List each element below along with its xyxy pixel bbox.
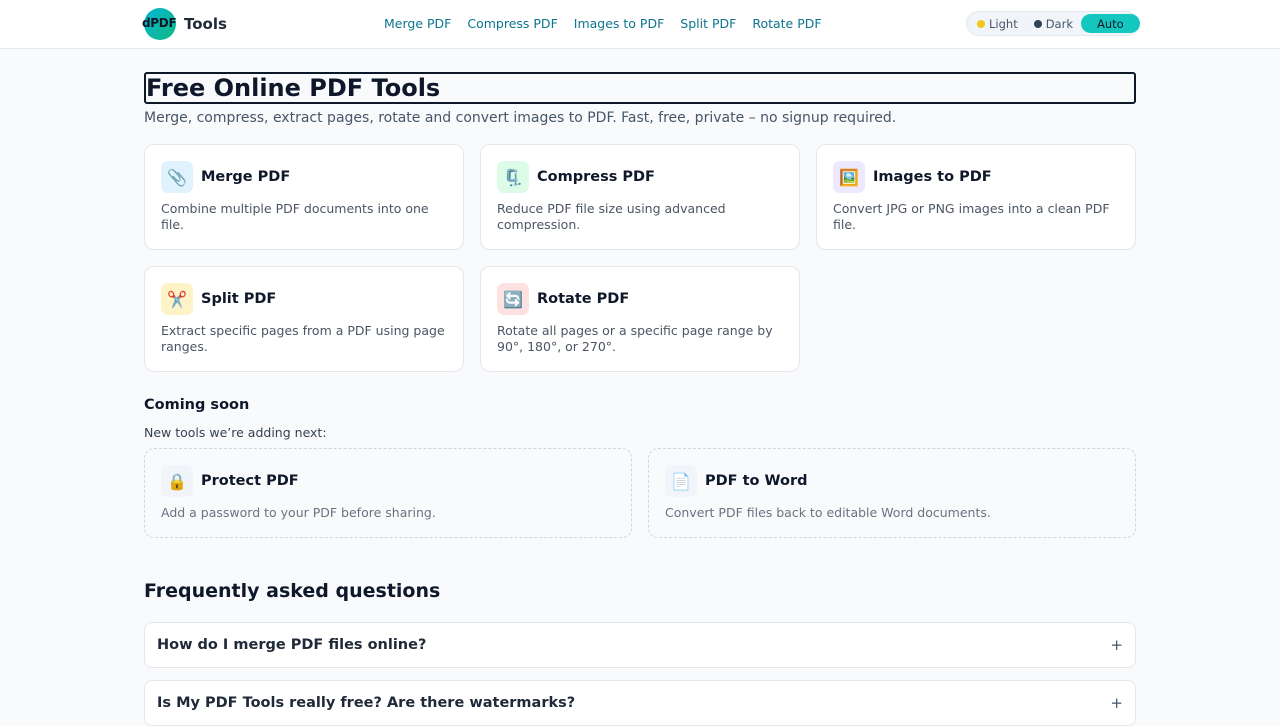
coming-soon-heading: Coming soon [144,397,250,413]
clamp-icon: 🗜️ [497,161,529,193]
coming-soon-card-pdf-to-word: 📄 PDF to Word Convert PDF files back to … [648,448,1136,538]
plus-icon[interactable]: + [1110,694,1123,712]
theme-dark-button[interactable]: Dark [1026,14,1081,33]
document-icon: 📄 [665,465,697,497]
paperclip-icon: 📎 [161,161,193,193]
logo-icon: dPDF [142,8,177,40]
tool-card-title: Split PDF [201,291,277,307]
theme-light-label: Light [989,16,1018,31]
tool-card-title: Compress PDF [537,169,655,185]
theme-dark-label: Dark [1045,16,1073,31]
theme-switcher: Light Dark Auto [966,11,1140,36]
coming-soon-card-title: Protect PDF [201,473,299,489]
faq-item-merge[interactable]: How do I merge PDF files online? + [144,622,1136,668]
tool-card-description: Extract specific pages from a PDF using … [161,323,445,354]
nav-split-pdf[interactable]: Split PDF [680,16,736,31]
plus-icon[interactable]: + [1110,636,1123,654]
framed-picture-icon: 🖼️ [833,161,865,193]
moon-dot-icon [1033,19,1042,28]
tool-card-description: Combine multiple PDF documents into one … [161,201,429,232]
tool-card-description: Reduce PDF file size using advanced comp… [497,201,726,232]
rotate-icon: 🔄 [497,283,529,315]
tool-card-description: Convert JPG or PNG images into a clean P… [833,201,1110,232]
faq-item-free[interactable]: Is My PDF Tools really free? Are there w… [144,680,1136,726]
brand-link[interactable]: dPDF Tools [142,7,227,41]
coming-soon-subtitle: New tools we’re adding next: [144,425,327,440]
page-title: Free Online PDF Tools [144,72,1136,104]
nav-images-to-pdf[interactable]: Images to PDF [574,16,665,31]
tool-card-title: Rotate PDF [537,291,630,307]
nav-merge-pdf[interactable]: Merge PDF [384,16,451,31]
tool-card-compress-pdf[interactable]: 🗜️ Compress PDF Reduce PDF file size usi… [480,144,800,250]
nav-rotate-pdf[interactable]: Rotate PDF [752,16,821,31]
tool-card-rotate-pdf[interactable]: 🔄 Rotate PDF Rotate all pages or a speci… [480,266,800,372]
theme-auto-label: Auto [1097,16,1124,31]
coming-soon-card-protect-pdf: 🔒 Protect PDF Add a password to your PDF… [144,448,632,538]
page-subtitle: Merge, compress, extract pages, rotate a… [144,110,897,126]
main-nav: Merge PDF Compress PDF Images to PDF Spl… [384,16,822,31]
brand-name: Tools [184,15,227,33]
logo-text: dPDF [142,16,177,30]
theme-light-button[interactable]: Light [969,14,1026,33]
coming-soon-card-description: Add a password to your PDF before sharin… [161,505,436,520]
nav-compress-pdf[interactable]: Compress PDF [467,16,557,31]
tool-card-description: Rotate all pages or a specific page rang… [497,323,773,354]
faq-question: Is My PDF Tools really free? Are there w… [157,695,576,711]
coming-soon-card-description: Convert PDF files back to editable Word … [665,505,991,520]
top-bar: dPDF Tools Merge PDF Compress PDF Images… [0,0,1280,49]
tool-card-title: Images to PDF [873,169,992,185]
tool-card-split-pdf[interactable]: ✂️ Split PDF Extract specific pages from… [144,266,464,372]
scissors-icon: ✂️ [161,283,193,315]
theme-auto-button[interactable]: Auto [1081,14,1140,33]
tool-card-title: Merge PDF [201,169,291,185]
tool-card-images-to-pdf[interactable]: 🖼️ Images to PDF Convert JPG or PNG imag… [816,144,1136,250]
coming-soon-card-title: PDF to Word [705,473,808,489]
faq-question: How do I merge PDF files online? [157,637,427,653]
sun-dot-icon [977,19,985,28]
tool-card-merge-pdf[interactable]: 📎 Merge PDF Combine multiple PDF documen… [144,144,464,250]
lock-icon: 🔒 [161,465,193,497]
faq-heading: Frequently asked questions [144,580,441,602]
